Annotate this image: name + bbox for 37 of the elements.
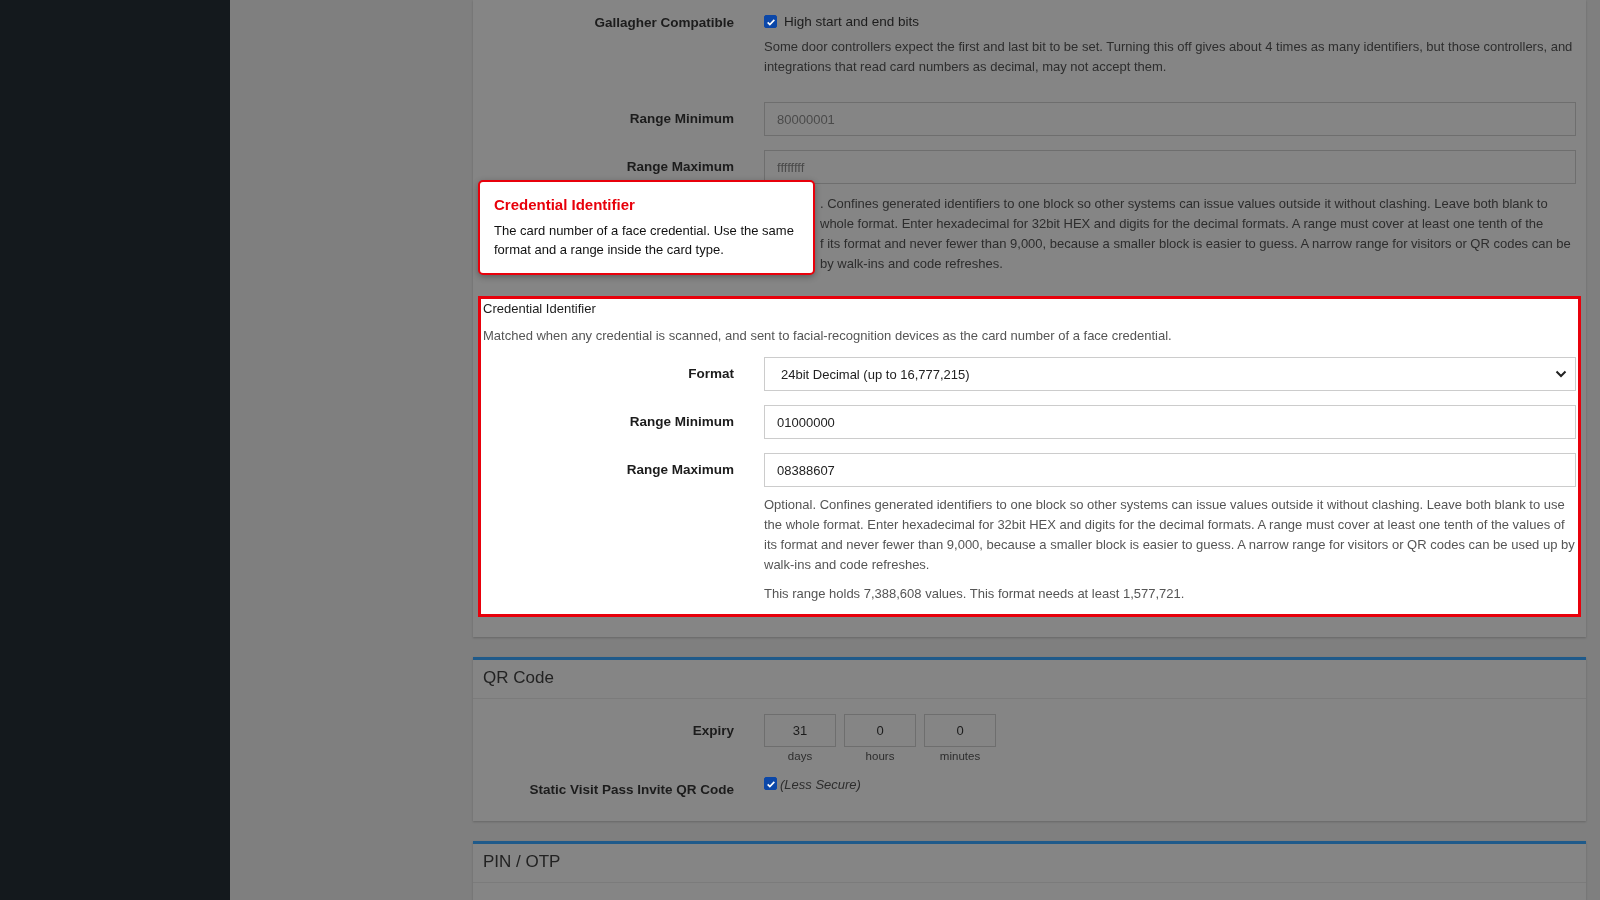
- section-title: QR Code: [483, 668, 554, 687]
- field-label: Range Maximum: [626, 158, 734, 174]
- format-dropdown[interactable]: 24bit Decimal (up to 16,777,215): [764, 357, 1576, 391]
- field-label: Gallagher Compatible: [594, 14, 734, 32]
- expiry-field[interactable]: 31: [764, 714, 836, 747]
- field-label: Range Minimum: [629, 110, 734, 126]
- help-text: Some door controllers expect the first and last bit to be set. Turning this off gives about 4 times as many identifiers, but those controllers, and integrations that read card numbers as decimal, may not accept them.: [764, 38, 1574, 76]
- range-summary: This range holds 7,388,608 values. This format needs at least 1,577,721.: [764, 585, 1186, 603]
- unit-label: minutes: [939, 750, 981, 762]
- section-description: Matched when any credential is scanned, and sent to facial-recognition devices as the card number of a face credential.: [483, 328, 1173, 343]
- help-text-line: f its format and never fewer than 9,000, because a smaller block is easier to guess. A narrow range for visitors or QR codes can be: [820, 235, 1572, 253]
- checkbox-label: High start and end bits: [784, 14, 920, 29]
- checkbox[interactable]: [764, 777, 777, 790]
- section-title: PIN / OTP: [483, 852, 561, 871]
- expiry-field[interactable]: 0: [844, 714, 916, 747]
- range-minimum-field[interactable]: 01000000: [764, 405, 1576, 439]
- help-text-line: by walk-ins and code refreshes.: [820, 255, 1004, 273]
- chevron-down-icon: [1555, 370, 1567, 378]
- field-label: Range Maximum: [626, 461, 734, 477]
- help-text-line: . Confines generated identifiers to one block so other systems can issue values outside it without clashing. Leave both blank to: [820, 195, 1549, 213]
- unit-label: days: [787, 750, 813, 762]
- tooltip-title: Credential Identifier: [494, 196, 636, 213]
- help-text-line: whole format. Enter hexadecimal for 32bit HEX and digits for the decimal formats. A range must cover at least one tenth of the: [820, 215, 1545, 233]
- field-label: Expiry: [692, 722, 734, 738]
- tooltip-text: The card number of a face credential. Use the same format and a range inside the card type.: [494, 222, 795, 259]
- field-label: Format: [688, 365, 734, 381]
- field-label: Range Minimum: [629, 413, 734, 429]
- field-label: Static Visit Pass Invite QR Code: [529, 781, 734, 797]
- range-maximum-field[interactable]: ffffffff: [764, 150, 1576, 184]
- section-title: Credential Identifier: [482, 301, 597, 316]
- checkbox[interactable]: [764, 15, 777, 28]
- range-maximum-field[interactable]: 08388607: [764, 453, 1576, 487]
- help-text: Optional. Confines generated identifiers to one block so other systems can issue values outside it without clashing. Leave both blank to use the whole format. Enter hexadecimal for 32bit HEX and digits for the decimal formats. A range must cover at least one tenth of the values of its format and never fewer than 9,000, because a smaller block is easier to guess. A narrow range for visitors or QR codes can be used up by walk-ins and code refreshes.: [764, 496, 1576, 574]
- unit-label: hours: [865, 750, 895, 762]
- range-minimum-field[interactable]: 80000001: [764, 102, 1576, 136]
- expiry-field[interactable]: 0: [924, 714, 996, 747]
- checkbox-label: (Less Secure): [780, 777, 861, 792]
